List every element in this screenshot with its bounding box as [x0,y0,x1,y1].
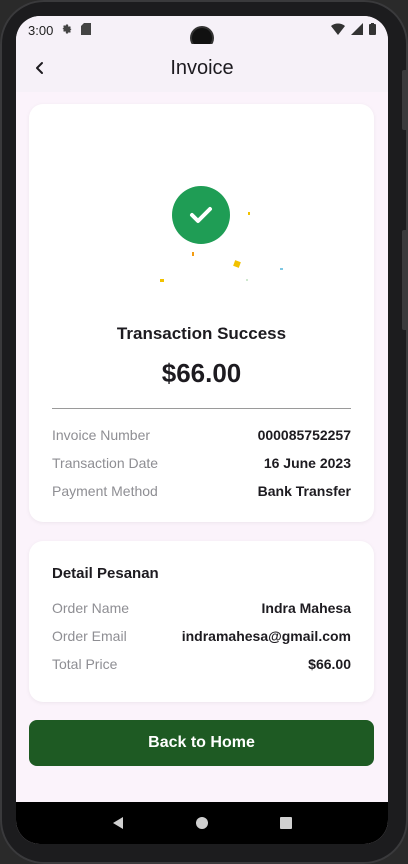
section-title: Detail Pesanan [52,565,159,582]
confetti-icon [233,260,241,268]
power-button [402,230,408,330]
payment-method-row: Payment Method Bank Transfer [52,477,351,505]
volume-button [402,70,408,130]
confetti-icon [248,212,250,215]
divider [52,408,351,409]
row-label: Payment Method [52,483,158,499]
nav-home-button[interactable] [190,811,214,835]
status-time: 3:00 [28,22,54,38]
row-value: 16 June 2023 [263,455,351,471]
triangle-back-icon [113,817,123,829]
back-to-home-button[interactable]: Back to Home [29,720,374,766]
row-label: Order Name [52,600,130,616]
square-recents-icon [280,817,292,829]
row-value: Bank Transfer [257,483,351,499]
nav-back-button[interactable] [106,811,130,835]
app-bar: Invoice [16,44,388,92]
confetti-icon [160,279,164,282]
nav-recents-button[interactable] [274,811,298,835]
settings-icon [61,23,73,38]
row-label: Order Email [52,628,127,644]
back-button[interactable] [28,56,52,80]
row-value: $66.00 [308,656,351,672]
row-value: indramahesa@gmail.com [181,628,351,644]
confetti-icon [192,252,194,256]
row-label: Transaction Date [52,455,159,471]
battery-icon [369,22,376,38]
confetti-icon [246,279,248,281]
order-name-row: Order Name Indra Mahesa [52,594,351,622]
transaction-status-title: Transaction Success [116,324,287,343]
screen: 3:00 Invoice Transaction Success $66.00 … [16,16,388,844]
system-nav-bar [16,802,388,844]
check-circle-icon [172,186,230,244]
signal-icon [351,22,363,38]
transaction-info: Invoice Number 000085752257 Transaction … [52,421,351,505]
circle-home-icon [196,817,208,829]
sd-card-icon [81,22,92,38]
total-price-row: Total Price $66.00 [52,650,351,678]
confetti-icon [280,268,283,270]
row-label: Invoice Number [52,427,151,443]
order-email-row: Order Email indramahesa@gmail.com [52,622,351,650]
wifi-icon [331,22,345,38]
transaction-amount: $66.00 [161,358,242,388]
transaction-card: Transaction Success $66.00 Invoice Numbe… [29,104,374,522]
phone-frame: 3:00 Invoice Transaction Success $66.00 … [0,0,408,864]
row-label: Total Price [52,656,118,672]
row-value: 000085752257 [257,427,351,443]
transaction-date-row: Transaction Date 16 June 2023 [52,449,351,477]
page-title: Invoice [170,56,234,79]
invoice-number-row: Invoice Number 000085752257 [52,421,351,449]
order-detail-card: Detail Pesanan Order Name Indra Mahesa O… [29,541,374,702]
row-value: Indra Mahesa [261,600,351,616]
chevron-left-icon [36,62,43,74]
